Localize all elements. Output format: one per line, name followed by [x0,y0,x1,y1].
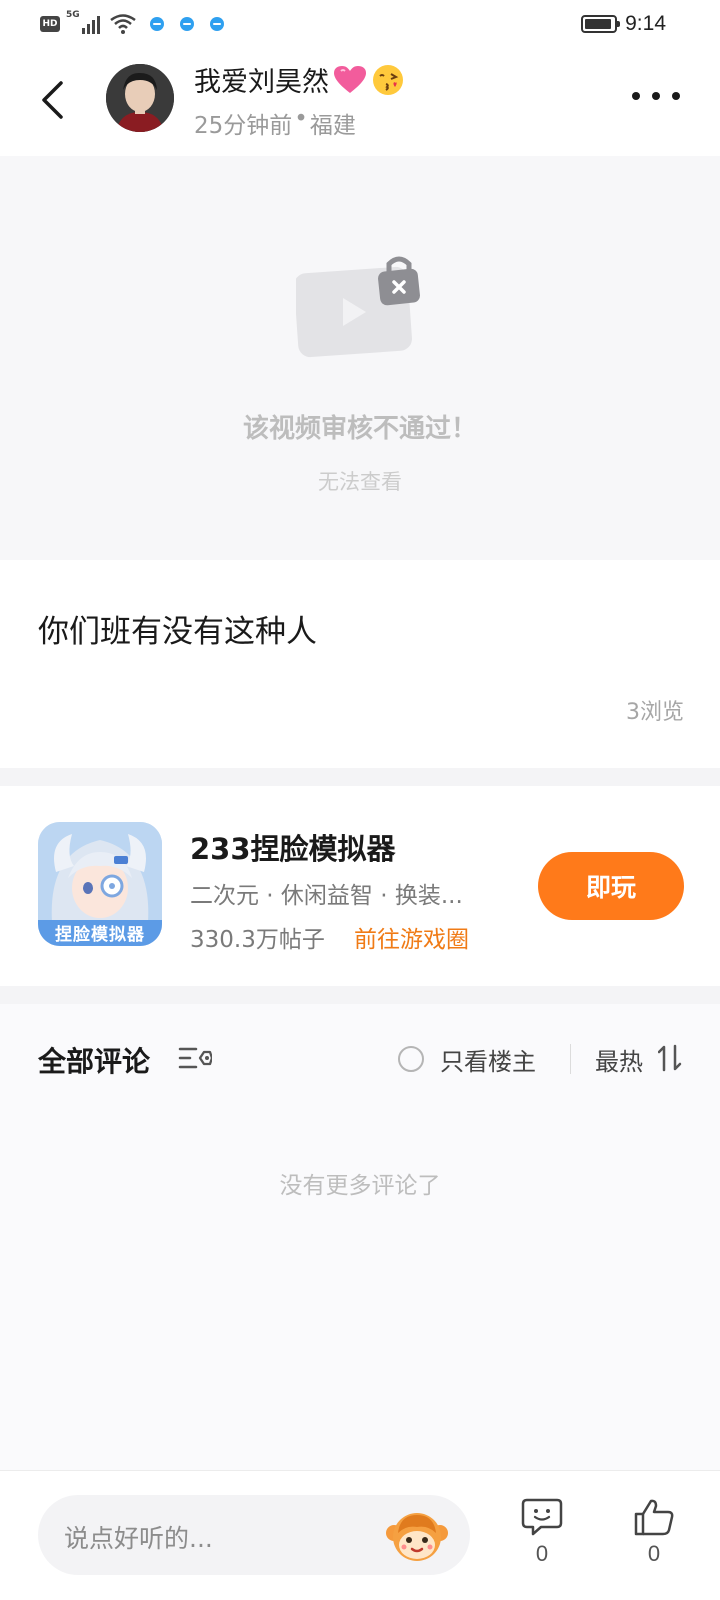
post-text: 你们班有没有这种人 [38,614,317,650]
comment-button[interactable]: 0 [512,1497,572,1587]
header-separator [570,1044,571,1074]
comment-count: 0 [535,1541,549,1566]
comment-filter-icon[interactable] [178,1044,212,1072]
more-dot-icon [672,92,680,100]
like-button[interactable]: 0 [624,1497,684,1587]
game-title[interactable]: 233捏脸模拟器 [190,826,396,868]
notification-bubble-icon [149,17,164,31]
bottom-bar: 说点好听的... 0 0 [0,1470,720,1600]
avatar-portrait-icon [106,64,174,132]
more-dot-icon [652,92,660,100]
thumbs-up-icon [634,1499,674,1536]
back-button[interactable] [30,74,74,126]
avatar[interactable] [106,64,174,132]
sort-arrows-icon[interactable] [658,1044,682,1072]
game-post-count: 330.3万帖子 [190,927,325,953]
post-header: 我爱刘昊然 25分钟前 • 福建 [0,48,720,156]
section-divider [0,768,720,786]
comments-title: 全部评论 [38,1045,151,1078]
game-circle-link[interactable]: 前往游戏圈 [354,920,469,954]
game-card[interactable]: 捏脸模拟器 233捏脸模拟器 二次元 · 休闲益智 · 换装... 330.3万… [0,786,720,986]
author-name[interactable]: 我爱刘昊然 [194,60,405,99]
kissing-face-emoji-icon [373,64,403,95]
comment-input[interactable]: 说点好听的... [38,1495,470,1575]
section-divider [0,986,720,1004]
post-location: 福建 [309,113,356,139]
locked-video-icon [296,256,420,358]
status-bar: HD 5G 9:14 [0,0,720,48]
post-time: 25分钟前 [194,113,293,139]
pink-heart-icon [334,65,366,93]
game-tags: 二次元 · 休闲益智 · 换装... [190,883,463,909]
hd-badge: HD [40,16,60,32]
more-dot-icon [632,92,640,100]
cellular-signal-icon [81,16,100,34]
monkey-mascot-icon[interactable] [384,1503,450,1569]
video-blocked-placeholder: 该视频审核不通过！ 无法查看 [0,156,720,560]
only-op-label[interactable]: 只看楼主 [440,1042,536,1077]
author-name-text: 我爱刘昊然 [194,67,329,98]
sort-hot-label[interactable]: 最热 [595,1042,643,1077]
no-more-comments: 没有更多评论了 [279,1173,441,1199]
chevron-left-icon [42,81,63,119]
more-options-button[interactable] [632,84,680,108]
comment-input-placeholder: 说点好听的... [64,1524,213,1553]
blocked-title: 该视频审核不通过！ [242,414,477,444]
view-count: 3浏览 [626,700,684,725]
post-meta: 25分钟前 • 福建 [194,106,356,140]
status-right: 9:14 [581,10,666,38]
game-icon-text: 捏脸模拟器 [55,925,145,945]
battery-icon [581,15,621,33]
blocked-subtitle: 无法查看 [318,470,402,494]
comment-bubble-icon [521,1498,563,1536]
clock: 9:14 [625,12,666,35]
game-icon[interactable]: 捏脸模拟器 [38,822,162,946]
only-op-radio[interactable] [398,1046,424,1072]
comments-header: 全部评论 只看楼主 最热 [0,1004,720,1104]
status-left: HD 5G [40,10,224,36]
play-now-button[interactable]: 即玩 [538,852,684,920]
like-count: 0 [647,1541,661,1566]
meta-separator: • [294,106,308,132]
notification-bubble-icon [179,17,194,31]
wifi-icon [109,14,136,34]
notification-bubble-icon [209,17,224,31]
network-type: 5G [66,10,80,20]
